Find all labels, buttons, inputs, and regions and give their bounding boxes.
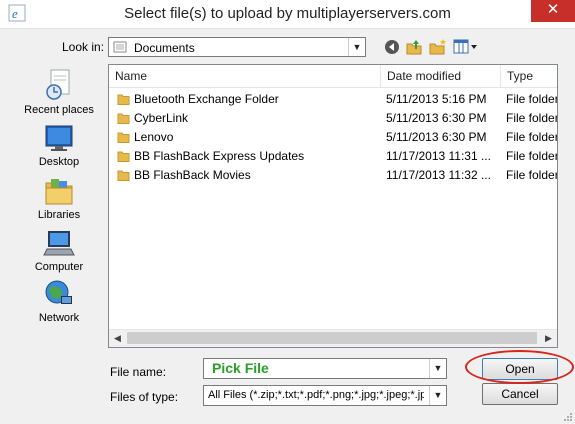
file-row[interactable]: BB FlashBack Movies 11/17/2013 11:32 ...… [109, 166, 557, 185]
documents-folder-icon [113, 41, 127, 53]
desktop-label: Desktop [38, 156, 80, 168]
highlight-ring [465, 350, 574, 384]
title-bar: e Select file(s) to upload by multiplaye… [0, 0, 575, 29]
file-row[interactable]: Bluetooth Exchange Folder 5/11/2013 5:16… [109, 90, 557, 109]
cancel-button[interactable]: Cancel [482, 383, 558, 405]
folder-icon [117, 94, 130, 105]
file-date: 5/11/2013 5:16 PM [386, 92, 487, 106]
place-computer[interactable]: Computer [14, 227, 104, 273]
file-date: 5/11/2013 6:30 PM [386, 111, 487, 125]
scroll-right-icon[interactable]: ▶ [540, 330, 557, 347]
folder-icon [117, 170, 130, 181]
file-name: BB FlashBack Movies [134, 168, 251, 182]
file-name: Lenovo [134, 130, 174, 144]
file-name-label: File name: [110, 365, 167, 379]
desktop-icon [45, 125, 73, 151]
file-type: File folder [506, 149, 557, 163]
look-in-value: Documents [134, 41, 195, 55]
file-row[interactable]: Lenovo 5/11/2013 6:30 PM File folder [109, 128, 557, 147]
file-type: File folder [506, 130, 557, 144]
file-date: 5/11/2013 6:30 PM [386, 130, 487, 144]
look-in-label: Look in: [62, 40, 105, 54]
file-name-input[interactable]: Pick File ▼ [203, 358, 447, 379]
file-type-value: All Files (*.zip;*.txt;*.pdf;*.png;*.jpg… [208, 389, 424, 401]
file-date: 11/17/2013 11:32 ... [386, 168, 491, 182]
folder-icon [117, 151, 130, 162]
file-list-header: Name Date modified Type [109, 65, 557, 88]
up-folder-icon[interactable] [405, 38, 423, 56]
look-in-dropdown[interactable]: Documents ▼ [108, 37, 366, 57]
file-date: 11/17/2013 11:31 ... [386, 149, 491, 163]
horizontal-scrollbar[interactable]: ◀ ▶ [109, 329, 557, 347]
computer-icon [43, 231, 75, 256]
close-button[interactable]: ✕ [531, 0, 575, 22]
column-header-date-modified[interactable]: Date modified [381, 65, 499, 87]
view-menu-icon[interactable] [452, 38, 478, 56]
file-row[interactable]: CyberLink 5/11/2013 6:30 PM File folder [109, 109, 557, 128]
file-type: File folder [506, 168, 557, 182]
folder-icon [117, 132, 130, 143]
back-icon[interactable] [383, 38, 401, 56]
file-type: File folder [506, 92, 557, 106]
scroll-left-icon[interactable]: ◀ [109, 330, 126, 347]
file-type-label: Files of type: [110, 390, 179, 404]
folder-icon [117, 113, 130, 124]
column-header-name[interactable]: Name [109, 65, 379, 87]
file-name: CyberLink [134, 111, 189, 125]
file-type: File folder [506, 111, 557, 125]
chevron-down-icon[interactable]: ▼ [348, 38, 365, 56]
file-type-select[interactable]: All Files (*.zip;*.txt;*.pdf;*.png;*.jpg… [203, 385, 447, 406]
file-name: Bluetooth Exchange Folder [134, 92, 279, 106]
new-folder-icon[interactable] [429, 38, 447, 56]
file-name: BB FlashBack Express Updates [134, 149, 305, 163]
file-name-value: Pick File [212, 360, 269, 376]
place-network[interactable]: Network [14, 278, 104, 324]
network-icon [45, 280, 72, 304]
libraries-label: Libraries [37, 209, 81, 221]
scrollbar-thumb[interactable] [127, 332, 537, 344]
chevron-down-icon[interactable]: ▼ [429, 359, 446, 378]
libraries-icon [45, 179, 73, 205]
place-recent-places[interactable]: Recent places [14, 68, 104, 116]
resize-grip-icon[interactable] [563, 412, 573, 422]
place-desktop[interactable]: Desktop [14, 124, 104, 168]
file-list: Name Date modified Type Bluetooth Exchan… [108, 64, 558, 348]
places-bar: Recent places Desktop Libraries Computer… [14, 64, 104, 334]
file-dialog: e Select file(s) to upload by multiplaye… [0, 0, 575, 424]
recent-places-icon [46, 69, 70, 100]
computer-label: Computer [34, 261, 84, 273]
column-header-type[interactable]: Type [501, 65, 557, 87]
place-libraries[interactable]: Libraries [14, 175, 104, 221]
chevron-down-icon[interactable]: ▼ [429, 386, 446, 405]
file-row[interactable]: BB FlashBack Express Updates 11/17/2013 … [109, 147, 557, 166]
window-title: Select file(s) to upload by multiplayers… [124, 5, 451, 22]
network-label: Network [38, 312, 80, 324]
recent-places-label: Recent places [24, 104, 94, 116]
